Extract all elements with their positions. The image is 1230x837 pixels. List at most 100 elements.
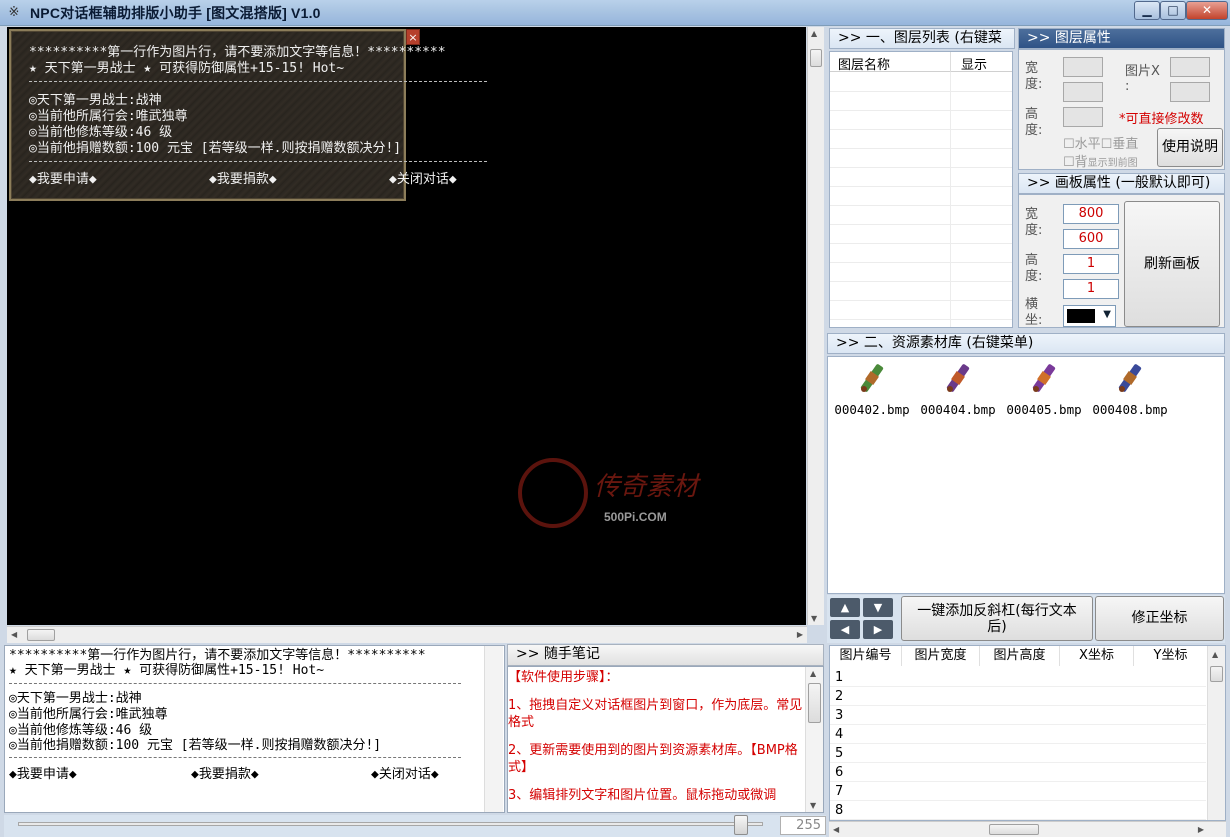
column-y-coordinate[interactable]: Y坐标 [1134, 646, 1208, 666]
table-vertical-scrollbar[interactable]: ▲ [1207, 646, 1225, 820]
board-height-field[interactable]: 600 [1063, 229, 1119, 249]
dialog-line-6[interactable]: ◎当前他捐赠数额:100 元宝 [若等级一样.则按捐赠数额决分!] [29, 141, 401, 156]
table-row[interactable]: 6 [830, 763, 1206, 782]
move-right-button[interactable]: ▶ [863, 620, 893, 639]
help-button[interactable]: 使用说明 [1157, 128, 1223, 167]
layer-list[interactable]: 图层名称 显示 [829, 51, 1013, 328]
notes-title: 【软件使用步骤】： [508, 670, 619, 685]
image-x-label: 图片X : [1125, 64, 1160, 94]
layer-row[interactable] [830, 111, 1012, 130]
column-divider [950, 72, 951, 327]
maximize-button[interactable]: □ [1160, 1, 1186, 20]
layer-row[interactable] [830, 168, 1012, 187]
image-y-field[interactable] [1170, 82, 1210, 102]
layer-row[interactable] [830, 244, 1012, 263]
image-coordinate-table[interactable]: 图片编号 图片宽度 图片高度 X坐标 Y坐标 1 2 3 4 5 6 7 8 ▲ [829, 645, 1226, 821]
canvas-vertical-scrollbar[interactable]: ▲ ▼ [807, 27, 824, 625]
background-checkbox[interactable]: ☐背显示到前图 [1063, 151, 1138, 170]
dialog-option-apply[interactable]: ◆我要申请◆ [29, 172, 97, 187]
layer-row[interactable] [830, 263, 1012, 282]
npc-dialog-preview[interactable]: **********第一行作为图片行，请不要添加文字等信息！**********… [9, 29, 487, 201]
table-row[interactable]: 3 [830, 706, 1206, 725]
table-row[interactable]: 2 [830, 687, 1206, 706]
notes-textarea[interactable]: 【软件使用步骤】： 1、拖拽自定义对话框图片到窗口，作为底层。常见格式 2、更新… [507, 666, 824, 813]
layer-row[interactable] [830, 301, 1012, 320]
opacity-slider-row: 255 [4, 815, 826, 837]
layer-row[interactable] [830, 282, 1012, 301]
scroll-thumb[interactable] [27, 629, 55, 641]
refresh-board-button[interactable]: 刷新画板 [1124, 201, 1220, 327]
opacity-slider-track[interactable] [18, 822, 763, 826]
title-bar[interactable]: ※ NPC对话框辅助排版小助手 [图文混搭版] V1.0 ▁ □ ✕ [0, 0, 1230, 26]
scroll-thumb[interactable] [989, 824, 1039, 835]
table-horizontal-scrollbar[interactable]: ◀ ▶ [829, 821, 1226, 837]
layer-row[interactable] [830, 130, 1012, 149]
dialog-line-4[interactable]: ◎当前他所属行会:唯武独尊 [29, 109, 188, 124]
scroll-right-icon[interactable]: ▶ [1198, 825, 1204, 834]
canvas-horizontal-scrollbar[interactable]: ◀ ▶ [7, 626, 807, 643]
scroll-left-icon[interactable]: ◀ [833, 825, 839, 834]
scroll-left-icon[interactable]: ◀ [11, 630, 17, 639]
move-up-button[interactable]: ▲ [830, 598, 860, 617]
column-image-id[interactable]: 图片编号 [830, 646, 902, 666]
layer-row[interactable] [830, 92, 1012, 111]
background-color-picker[interactable]: ▼ [1063, 305, 1116, 327]
resource-item[interactable]: 000405.bmp [1002, 361, 1086, 417]
resource-library[interactable]: 000402.bmp 000404.bmp 000405.bmp 000408.… [827, 356, 1225, 594]
editor-vertical-scrollbar[interactable] [484, 646, 503, 812]
move-left-button[interactable]: ◀ [830, 620, 860, 639]
scroll-up-icon[interactable]: ▲ [1212, 650, 1218, 659]
layer-width-field[interactable] [1063, 57, 1103, 77]
scroll-up-icon[interactable]: ▲ [811, 29, 817, 38]
layer-height-field[interactable] [1063, 107, 1103, 127]
script-text-editor[interactable]: **********第一行作为图片行，请不要添加文字等信息！**********… [4, 645, 505, 813]
minimize-button[interactable]: ▁ [1134, 1, 1160, 20]
opacity-slider-thumb[interactable] [734, 815, 749, 835]
table-row[interactable]: 5 [830, 744, 1206, 763]
layer-row[interactable] [830, 149, 1012, 168]
resource-item[interactable]: 000402.bmp [830, 361, 914, 417]
layer-row[interactable] [830, 187, 1012, 206]
close-button[interactable]: ✕ [1186, 1, 1228, 20]
column-image-height[interactable]: 图片高度 [980, 646, 1060, 666]
scroll-down-icon[interactable]: ▼ [810, 801, 816, 810]
dialog-line-2[interactable]: ★ 天下第一男战士 ★ 可获得防御属性+15-15! Hot~ [29, 61, 344, 76]
scroll-thumb[interactable] [810, 49, 822, 67]
dialog-option-donate[interactable]: ◆我要捐款◆ [209, 172, 277, 187]
fix-coordinates-button[interactable]: 修正坐标 [1095, 596, 1224, 641]
column-image-width[interactable]: 图片宽度 [902, 646, 980, 666]
layer-width-field-2[interactable] [1063, 82, 1103, 102]
board-field-3[interactable]: 1 [1063, 254, 1119, 274]
table-row[interactable]: 7 [830, 782, 1206, 801]
column-x-coordinate[interactable]: X坐标 [1060, 646, 1134, 666]
scroll-up-icon[interactable]: ▲ [810, 669, 816, 678]
resource-item[interactable]: 000408.bmp [1088, 361, 1172, 417]
scroll-thumb[interactable] [1210, 666, 1223, 682]
dialog-line-5[interactable]: ◎当前他修炼等级:46 级 [29, 125, 172, 140]
move-down-button[interactable]: ▼ [863, 598, 893, 617]
opacity-value-field[interactable]: 255 [780, 816, 826, 835]
image-x-field[interactable] [1170, 57, 1210, 77]
resource-item[interactable]: 000404.bmp [916, 361, 1000, 417]
column-show[interactable]: 显示 [950, 52, 987, 73]
dialog-close-icon[interactable]: × [406, 29, 420, 45]
add-backslash-button[interactable]: 一键添加反斜杠(每行文本后) [901, 596, 1093, 641]
dialog-line-1[interactable]: **********第一行作为图片行，请不要添加文字等信息！********** [29, 45, 446, 60]
table-row[interactable]: 1 [830, 668, 1206, 687]
dialog-option-close[interactable]: ◆关闭对话◆ [389, 172, 457, 187]
layer-row[interactable] [830, 206, 1012, 225]
flip-horizontal-checkbox[interactable]: ☐水平☐垂直 [1063, 133, 1138, 152]
notes-vertical-scrollbar[interactable]: ▲ ▼ [805, 667, 823, 812]
dialog-line-3[interactable]: ◎天下第一男战士:战神 [29, 93, 162, 108]
layer-row[interactable] [830, 225, 1012, 244]
table-row[interactable]: 8 [830, 801, 1206, 820]
board-width-field[interactable]: 800 [1063, 204, 1119, 224]
board-field-4[interactable]: 1 [1063, 279, 1119, 299]
board-cross-label: 横坐: [1025, 297, 1043, 327]
scroll-right-icon[interactable]: ▶ [797, 630, 803, 639]
column-layer-name[interactable]: 图层名称 [838, 54, 890, 73]
table-row[interactable]: 4 [830, 725, 1206, 744]
scroll-thumb[interactable] [808, 683, 821, 723]
layer-row[interactable] [830, 73, 1012, 92]
scroll-down-icon[interactable]: ▼ [811, 614, 817, 623]
